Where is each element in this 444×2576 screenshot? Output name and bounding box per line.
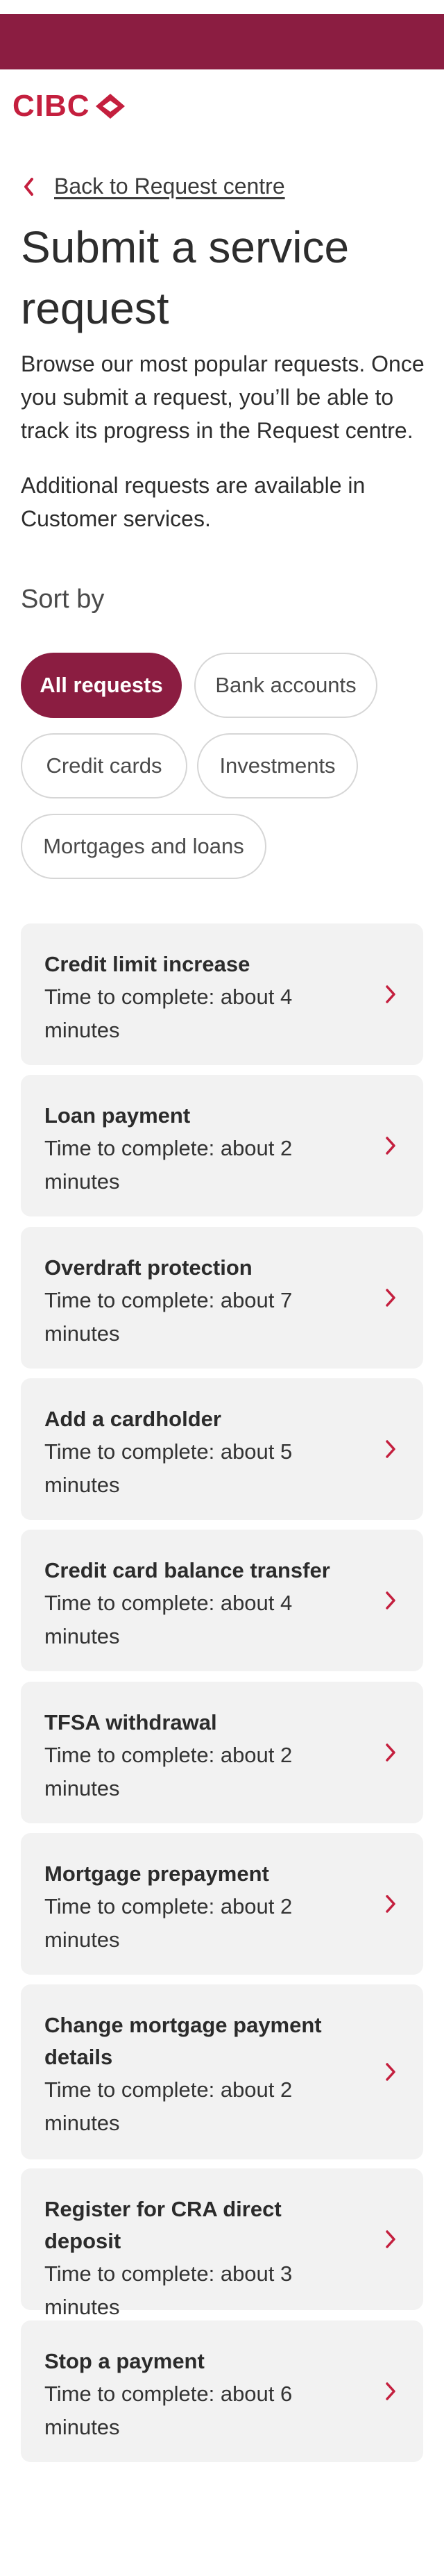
chevron-left-icon — [24, 177, 33, 196]
filter-chip-mortgages-and-loans[interactable]: Mortgages and loans — [21, 814, 266, 879]
chevron-right-icon — [386, 2230, 395, 2248]
request-card-credit-card-balance-transfer[interactable]: Credit card balance transfer Time to comp… — [21, 1530, 423, 1671]
sort-by-label: Sort by — [21, 585, 105, 614]
filter-chip-bank-accounts[interactable]: Bank accounts — [194, 653, 377, 718]
logo-wordmark: CIBC — [12, 89, 90, 123]
chevron-right-icon — [386, 1743, 395, 1762]
chevron-right-icon — [386, 2063, 395, 2081]
top-brand-bar — [0, 14, 444, 69]
request-title: Add a cardholder — [44, 1407, 221, 1431]
request-title: Register for CRA direct deposit — [44, 2197, 282, 2253]
chevron-right-icon — [386, 1895, 395, 1913]
back-to-request-centre-link[interactable]: Back to Request centre — [21, 174, 285, 199]
intro-text: Browse our most popular requests. Once y… — [21, 351, 425, 443]
request-card-tfsa-withdrawal[interactable]: TFSA withdrawal Time to complete: about 2… — [21, 1682, 423, 1823]
request-title: Overdraft protection — [44, 1255, 253, 1280]
request-time-estimate: Time to complete: about 2 minutes — [44, 2077, 293, 2135]
request-title: Change mortgage payment details — [44, 2013, 322, 2069]
request-title: Mortgage prepayment — [44, 1862, 269, 1886]
request-card-change-mortgage-payment-details[interactable]: Change mortgage payment details Time to c… — [21, 1984, 423, 2159]
chevron-right-icon — [386, 1289, 395, 1307]
page-title: Submit a service request — [21, 222, 350, 333]
chevron-right-icon — [386, 1591, 395, 1609]
chevron-right-icon — [386, 2382, 395, 2400]
request-time-estimate: Time to complete: about 3 minutes — [44, 2261, 293, 2319]
request-time-estimate: Time to complete: about 6 minutes — [44, 2382, 293, 2439]
filter-chip-credit-cards[interactable]: Credit cards — [21, 733, 187, 798]
request-card-add-a-cardholder[interactable]: Add a cardholder Time to complete: about … — [21, 1378, 423, 1520]
request-title: Credit limit increase — [44, 952, 250, 976]
request-time-estimate: Time to complete: about 2 minutes — [44, 1894, 293, 1952]
request-title: Loan payment — [44, 1103, 191, 1128]
chevron-right-icon — [386, 1137, 395, 1155]
request-time-estimate: Time to complete: about 4 minutes — [44, 985, 293, 1042]
request-title: TFSA withdrawal — [44, 1710, 217, 1734]
request-time-estimate: Time to complete: about 2 minutes — [44, 1136, 293, 1194]
request-time-estimate: Time to complete: about 5 minutes — [44, 1439, 293, 1497]
request-title: Credit card balance transfer — [44, 1558, 330, 1582]
request-card-overdraft-protection[interactable]: Overdraft protection Time to complete: ab… — [21, 1227, 423, 1369]
request-time-estimate: Time to complete: about 4 minutes — [44, 1591, 293, 1648]
request-card-credit-limit-increase[interactable]: Credit limit increase Time to complete: a… — [21, 923, 423, 1065]
back-link-label: Back to Request centre — [54, 174, 285, 199]
request-time-estimate: Time to complete: about 7 minutes — [44, 1288, 293, 1346]
chevron-right-icon — [386, 985, 395, 1003]
filter-chip-investments[interactable]: Investments — [197, 733, 358, 798]
filter-chip-all-requests[interactable]: All requests — [21, 653, 182, 718]
additional-requests-text: Additional requests are available in Cus… — [21, 473, 366, 531]
request-card-loan-payment[interactable]: Loan payment Time to complete: about 2 mi… — [21, 1075, 423, 1216]
request-card-register-for-cra-direct-deposit[interactable]: Register for CRA direct deposit Time to c… — [21, 2168, 423, 2319]
cibc-logo[interactable]: CIBC — [12, 89, 128, 124]
request-card-mortgage-prepayment[interactable]: Mortgage prepayment Time to complete: abo… — [21, 1833, 423, 1975]
request-time-estimate: Time to complete: about 2 minutes — [44, 1743, 293, 1800]
request-card-stop-a-payment[interactable]: Stop a payment Time to complete: about 6 … — [21, 2320, 423, 2462]
chevron-right-icon — [386, 1440, 395, 1458]
logo-diamond-icon — [95, 94, 125, 119]
request-title: Stop a payment — [44, 2349, 205, 2373]
